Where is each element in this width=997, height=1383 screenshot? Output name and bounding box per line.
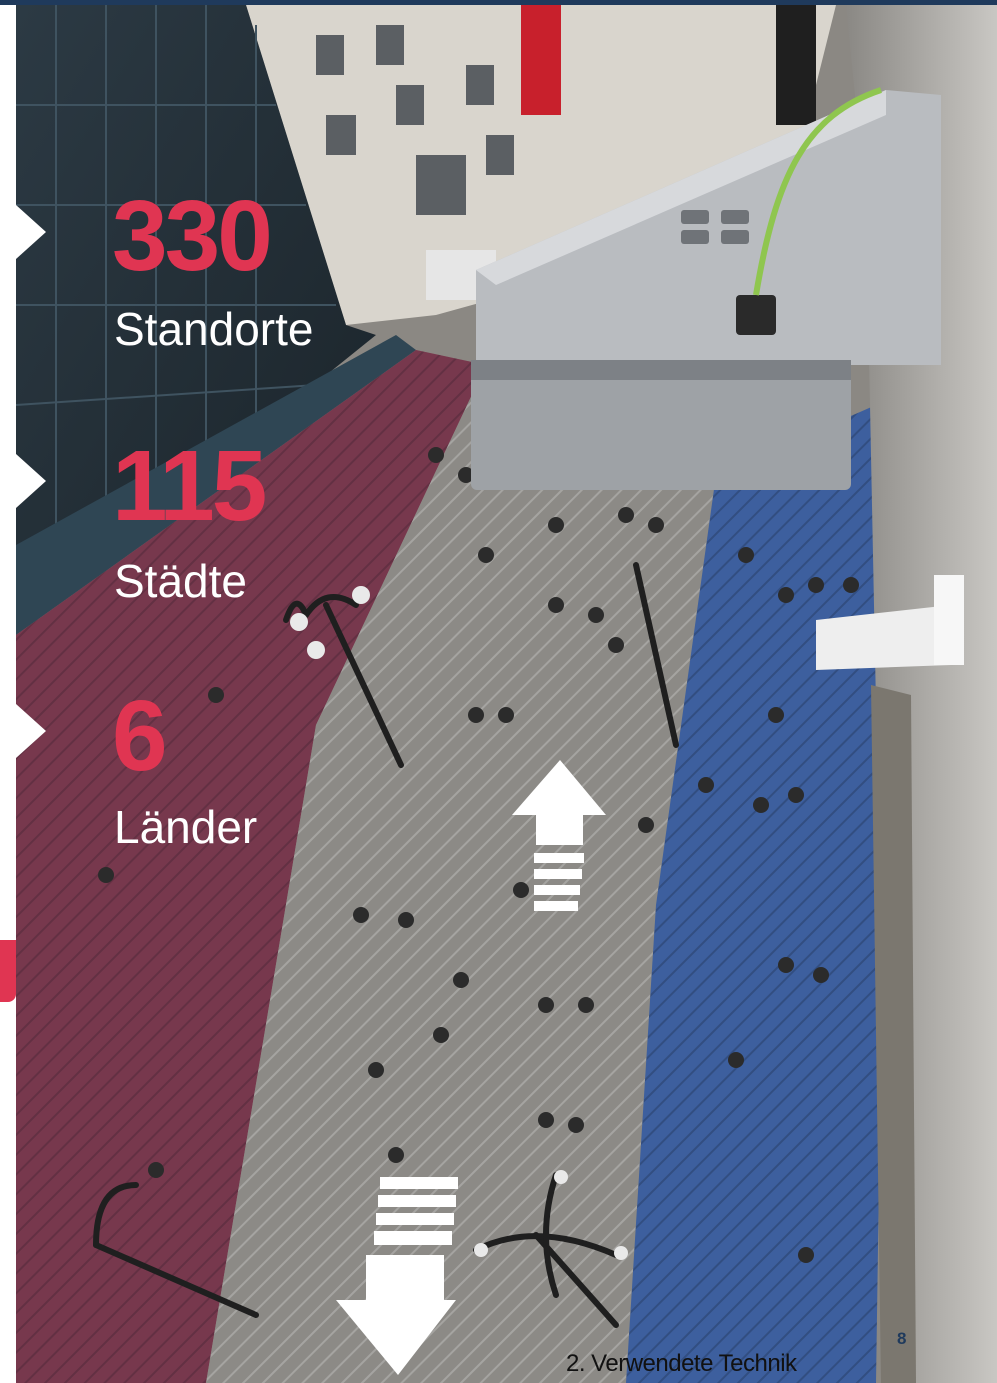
section-title: 2. Verwendete Technik bbox=[566, 1350, 797, 1377]
chevron-marker bbox=[16, 704, 46, 758]
left-margin bbox=[0, 5, 16, 1383]
accent-tab bbox=[0, 940, 16, 1002]
stat-label-standorte: Standorte bbox=[114, 303, 314, 355]
page-number: 8 bbox=[897, 1329, 907, 1348]
stat-label-staedte: Städte bbox=[114, 555, 247, 607]
stat-value-laender: 6 bbox=[112, 680, 168, 792]
stat-value-standorte: 330 bbox=[112, 180, 273, 292]
stat-value-staedte: 115 bbox=[112, 430, 267, 542]
stat-label-laender: Länder bbox=[114, 801, 258, 853]
chevron-marker bbox=[16, 205, 46, 259]
chevron-marker bbox=[16, 454, 46, 508]
